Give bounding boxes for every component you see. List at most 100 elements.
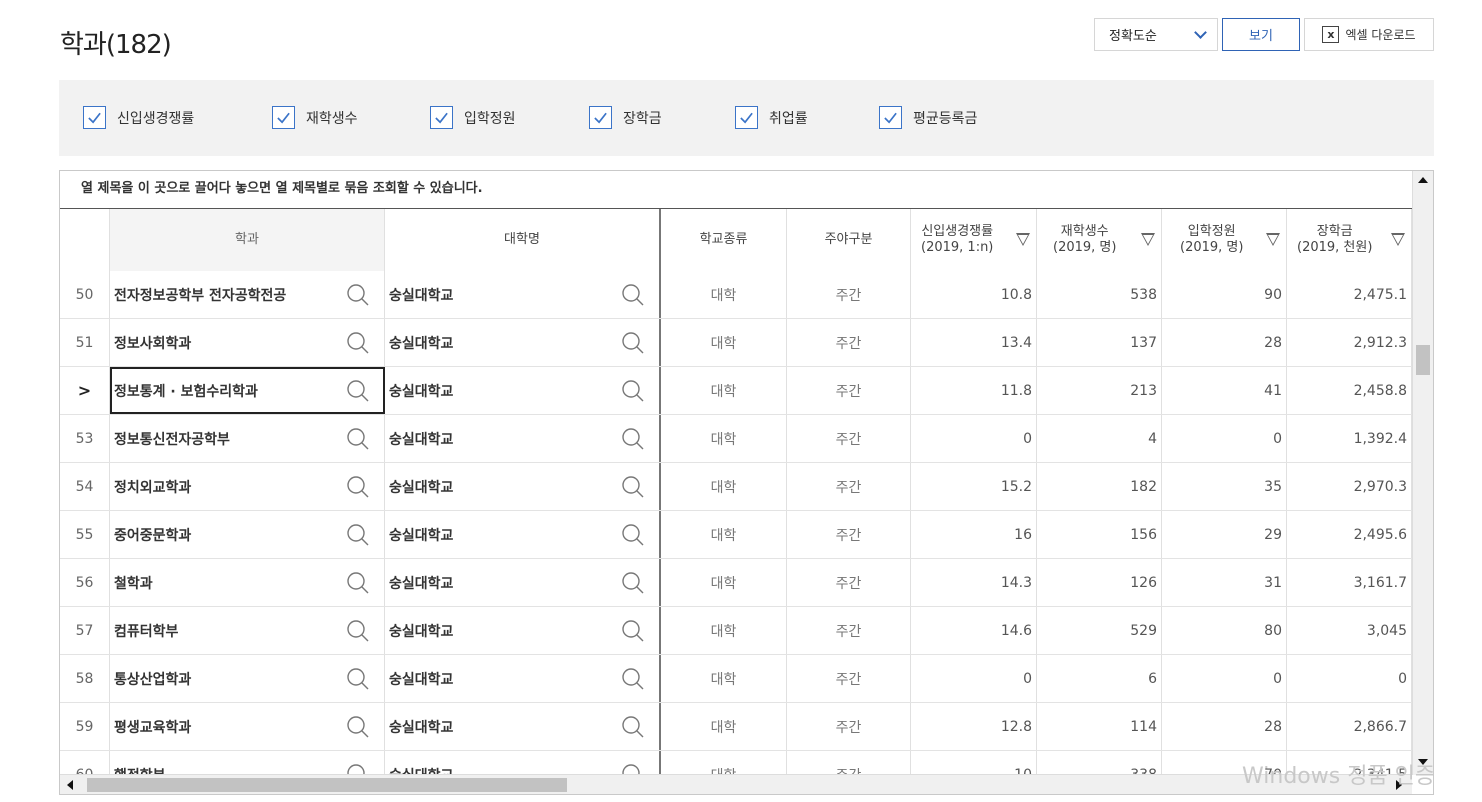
filter-checkbox[interactable]: 평균등록금 [879, 106, 977, 129]
table-row[interactable]: 53 정보통신전자공학부 숭실대학교 대학 주간 0 4 0 1,392.4 [60, 415, 1412, 463]
excel-download-button[interactable]: x 엑셀 다운로드 [1304, 18, 1434, 51]
table-row[interactable]: 55 중어중문학과 숭실대학교 대학 주간 16 156 29 2,495.6 [60, 511, 1412, 559]
horizontal-scroll-thumb[interactable] [87, 778, 567, 792]
checkbox-check-icon[interactable] [272, 106, 295, 129]
search-icon[interactable] [621, 379, 645, 403]
search-icon[interactable] [621, 283, 645, 307]
day-night-cell: 주간 [787, 463, 911, 510]
search-icon[interactable] [346, 715, 370, 739]
filter-checkbox[interactable]: 장학금 [589, 106, 662, 129]
dept-cell[interactable]: 정치외교학과 [110, 463, 385, 510]
search-icon[interactable] [621, 667, 645, 691]
table-row[interactable]: 51 정보사회학과 숭실대학교 대학 주간 13.4 137 28 2,912.3 [60, 319, 1412, 367]
search-icon[interactable] [346, 667, 370, 691]
header-scholarship[interactable]: 장학금 (2019, 천원) [1287, 209, 1412, 271]
scholarship-cell: 2,866.7 [1287, 703, 1412, 750]
students-cell: 182 [1037, 463, 1162, 510]
vertical-scroll-thumb[interactable] [1416, 345, 1430, 375]
sort-select[interactable]: 정확도순 [1094, 18, 1218, 51]
view-button[interactable]: 보기 [1222, 18, 1300, 51]
search-icon[interactable] [346, 283, 370, 307]
dept-cell[interactable]: 정보사회학과 [110, 319, 385, 366]
header-dept[interactable]: 학과 [110, 209, 385, 271]
students-cell-text: 538 [1130, 286, 1157, 303]
search-icon[interactable] [621, 523, 645, 547]
search-icon[interactable] [621, 331, 645, 355]
group-by-drop-zone[interactable]: 열 제목을 이 곳으로 끌어다 놓으면 열 제목별로 묶음 조회할 수 있습니다… [60, 171, 1433, 209]
table-row[interactable]: > 정보통계 · 보험수리학과 숭실대학교 대학 주간 11.8 213 41 2,458.8 [60, 367, 1412, 415]
search-icon[interactable] [346, 523, 370, 547]
checkbox-check-icon[interactable] [430, 106, 453, 129]
checkbox-check-icon[interactable] [735, 106, 758, 129]
search-icon[interactable] [346, 427, 370, 451]
scholarship-cell-text: 2,866.7 [1353, 718, 1407, 735]
university-cell[interactable]: 숭실대학교 [385, 367, 661, 414]
dept-cell[interactable]: 전자정보공학부 전자공학전공 [110, 271, 385, 318]
filter-icon[interactable] [1266, 233, 1280, 246]
university-cell[interactable]: 숭실대학교 [385, 607, 661, 654]
university-cell[interactable]: 숭실대학교 [385, 415, 661, 462]
search-icon[interactable] [346, 619, 370, 643]
dept-cell-text: 정보사회학과 [114, 335, 192, 352]
scroll-up-arrow-icon[interactable] [1418, 177, 1428, 183]
dept-cell[interactable]: 정보통계 · 보험수리학과 [110, 367, 385, 414]
checkbox-check-icon[interactable] [879, 106, 902, 129]
header-students[interactable]: 재학생수 (2019, 명) [1037, 209, 1162, 271]
search-icon[interactable] [621, 619, 645, 643]
search-icon[interactable] [621, 715, 645, 739]
scholarship-cell-text: 3,045 [1366, 622, 1407, 639]
filter-checkbox[interactable]: 입학정원 [430, 106, 516, 129]
filter-checkbox[interactable]: 신입생경쟁률 [83, 106, 194, 129]
table-row[interactable]: 50 전자정보공학부 전자공학전공 숭실대학교 대학 주간 10.8 538 90 2,475.… [60, 271, 1412, 319]
header-competition[interactable]: 신입생경쟁률 (2019, 1:n) [911, 209, 1037, 271]
competition-cell-text: 0 [1023, 670, 1032, 687]
filter-icon[interactable] [1391, 233, 1405, 246]
table-row[interactable]: 57 컴퓨터학부 숭실대학교 대학 주간 14.6 529 80 3,045 [60, 607, 1412, 655]
search-icon[interactable] [621, 571, 645, 595]
quota-cell-text: 31 [1264, 574, 1282, 591]
header-quota[interactable]: 입학정원 (2019, 명) [1162, 209, 1287, 271]
header-school-type[interactable]: 학교종류 [661, 209, 787, 271]
university-cell[interactable]: 숭실대학교 [385, 511, 661, 558]
university-cell[interactable]: 숭실대학교 [385, 703, 661, 750]
scholarship-cell: 2,475.1 [1287, 271, 1412, 318]
dept-cell[interactable]: 통상산업학과 [110, 655, 385, 702]
header-day-night[interactable]: 주야구분 [787, 209, 911, 271]
table-row[interactable]: 59 평생교육학과 숭실대학교 대학 주간 12.8 114 28 2,866.7 [60, 703, 1412, 751]
header-university[interactable]: 대학명 [385, 209, 661, 271]
university-cell[interactable]: 숭실대학교 [385, 559, 661, 606]
filter-checkbox[interactable]: 재학생수 [272, 106, 358, 129]
dept-cell[interactable]: 정보통신전자공학부 [110, 415, 385, 462]
school-type-cell-text: 대학 [710, 383, 737, 400]
dept-cell[interactable]: 평생교육학과 [110, 703, 385, 750]
day-night-cell-text: 주간 [835, 575, 862, 592]
university-cell[interactable]: 숭실대학교 [385, 319, 661, 366]
row-number: 56 [60, 559, 110, 606]
search-icon[interactable] [346, 571, 370, 595]
search-icon[interactable] [621, 475, 645, 499]
university-cell[interactable]: 숭실대학교 [385, 271, 661, 318]
dept-cell-text: 정치외교학과 [114, 479, 192, 496]
search-icon[interactable] [621, 427, 645, 451]
dept-cell[interactable]: 중어중문학과 [110, 511, 385, 558]
scroll-left-arrow-icon[interactable] [67, 780, 73, 790]
vertical-scrollbar[interactable] [1412, 171, 1433, 775]
university-cell[interactable]: 숭실대학교 [385, 463, 661, 510]
dept-cell[interactable]: 컴퓨터학부 [110, 607, 385, 654]
horizontal-scrollbar[interactable] [60, 774, 1412, 794]
table-row[interactable]: 56 철학과 숭실대학교 대학 주간 14.3 126 31 3,161.7 [60, 559, 1412, 607]
table-row[interactable]: 58 통상산업학과 숭실대학교 대학 주간 0 6 0 0 [60, 655, 1412, 703]
dept-cell[interactable]: 철학과 [110, 559, 385, 606]
filter-icon[interactable] [1141, 233, 1155, 246]
university-cell[interactable]: 숭실대학교 [385, 655, 661, 702]
header-scholarship-label: 장학금 [1316, 224, 1353, 239]
filter-icon[interactable] [1016, 233, 1030, 246]
search-icon[interactable] [346, 331, 370, 355]
filter-checkbox[interactable]: 취업률 [735, 106, 808, 129]
search-icon[interactable] [346, 379, 370, 403]
checkbox-check-icon[interactable] [589, 106, 612, 129]
table-row[interactable]: 54 정치외교학과 숭실대학교 대학 주간 15.2 182 35 2,970.3 [60, 463, 1412, 511]
search-icon[interactable] [346, 475, 370, 499]
scholarship-cell-text: 0 [1398, 670, 1407, 687]
checkbox-check-icon[interactable] [83, 106, 106, 129]
